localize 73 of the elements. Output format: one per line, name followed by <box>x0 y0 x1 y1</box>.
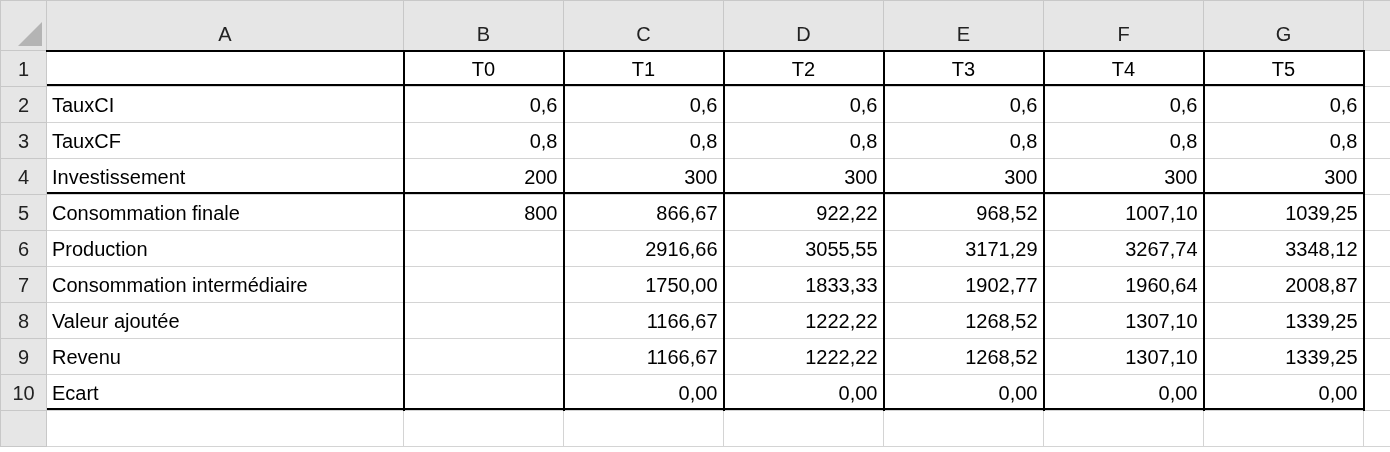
table-cell: 800 <box>403 194 564 231</box>
table-cell: 0,00 <box>1043 374 1204 411</box>
table-cell: T0 <box>403 50 564 87</box>
table-cell: 0,8 <box>723 122 884 159</box>
table-cell: 1902,77 <box>883 266 1044 303</box>
table-cell: 300 <box>1043 158 1204 195</box>
table-cell: 0,6 <box>1203 86 1364 123</box>
table-cell: 2008,87 <box>1203 266 1364 303</box>
table-cell: 300 <box>563 158 724 195</box>
row-header[interactable]: 10 <box>0 374 47 411</box>
table-cell: 3055,55 <box>723 230 884 267</box>
row-header[interactable]: 7 <box>0 266 47 303</box>
column-header[interactable]: E <box>883 0 1044 51</box>
table-cell: 0,00 <box>883 374 1044 411</box>
table-cell: T1 <box>563 50 724 87</box>
table-cell: 922,22 <box>723 194 884 231</box>
row-header[interactable]: 3 <box>0 122 47 159</box>
row-header[interactable]: 1 <box>0 50 47 87</box>
table-cell: 1960,64 <box>1043 266 1204 303</box>
column-header[interactable]: C <box>563 0 724 51</box>
table-cell: 0,6 <box>883 86 1044 123</box>
select-all-icon[interactable] <box>18 22 42 46</box>
table-cell: 1007,10 <box>1043 194 1204 231</box>
row-header[interactable]: 9 <box>0 338 47 375</box>
table-cell: 1222,22 <box>723 302 884 339</box>
table-cell: 0,6 <box>1043 86 1204 123</box>
column-header[interactable]: B <box>403 0 564 51</box>
table-cell: 300 <box>883 158 1044 195</box>
table-cell: 0,00 <box>1203 374 1364 411</box>
table-cell: 1307,10 <box>1043 338 1204 375</box>
table-cell: 1166,67 <box>563 302 724 339</box>
table-cell: 1166,67 <box>563 338 724 375</box>
table-cell: 2916,66 <box>563 230 724 267</box>
table-cell: 1307,10 <box>1043 302 1204 339</box>
table-cell: 1268,52 <box>883 338 1044 375</box>
table-cell: 0,8 <box>563 122 724 159</box>
table-cell: 0,8 <box>1203 122 1364 159</box>
row-header[interactable]: 5 <box>0 194 47 231</box>
table-cell: 1750,00 <box>563 266 724 303</box>
table-cell: 3171,29 <box>883 230 1044 267</box>
table-cell: 866,67 <box>563 194 724 231</box>
table-cell: 200 <box>403 158 564 195</box>
column-header[interactable]: A <box>46 0 404 51</box>
row-header[interactable]: 6 <box>0 230 47 267</box>
table-cell: 1039,25 <box>1203 194 1364 231</box>
table-cell: 300 <box>723 158 884 195</box>
table-cell: 1833,33 <box>723 266 884 303</box>
table-cell: 0,8 <box>1043 122 1204 159</box>
column-header[interactable]: D <box>723 0 884 51</box>
row-header[interactable]: 4 <box>0 158 47 195</box>
table-cell: 0,6 <box>403 86 564 123</box>
table-cell: 0,6 <box>563 86 724 123</box>
table-cell: 0,8 <box>883 122 1044 159</box>
table-cell: 300 <box>1203 158 1364 195</box>
table-cell: T5 <box>1203 50 1364 87</box>
table-cell: 968,52 <box>883 194 1044 231</box>
table-cell: 1339,25 <box>1203 302 1364 339</box>
table-cell: T2 <box>723 50 884 87</box>
table-cell: T4 <box>1043 50 1204 87</box>
table-cell: 0,8 <box>403 122 564 159</box>
table-cell: 3267,74 <box>1043 230 1204 267</box>
table-cell: 3348,12 <box>1203 230 1364 267</box>
row-header[interactable]: 2 <box>0 86 47 123</box>
table-cell: 1268,52 <box>883 302 1044 339</box>
table-cell: T3 <box>883 50 1044 87</box>
table-cell: 0,00 <box>723 374 884 411</box>
table-cell: 0,6 <box>723 86 884 123</box>
column-header[interactable]: F <box>1043 0 1204 51</box>
column-header[interactable]: G <box>1203 0 1364 51</box>
table-cell: 1339,25 <box>1203 338 1364 375</box>
row-header[interactable]: 8 <box>0 302 47 339</box>
table-cell: 0,00 <box>563 374 724 411</box>
table-cell: 1222,22 <box>723 338 884 375</box>
